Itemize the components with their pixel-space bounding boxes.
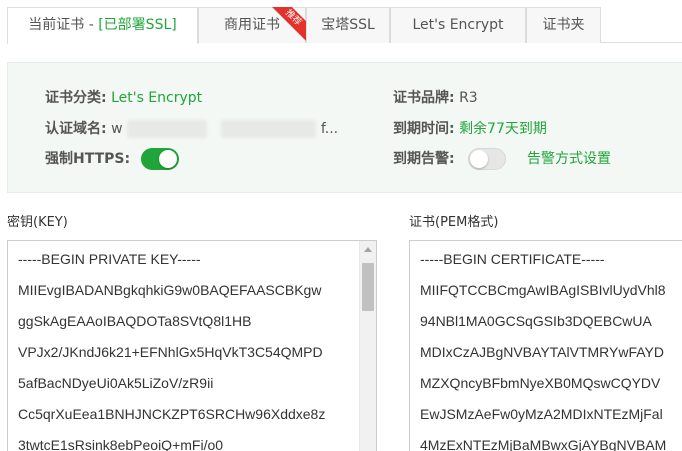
- cert-domain-label: 认证域名:: [45, 121, 107, 137]
- cert-expire-value: 剩余77天到期: [459, 121, 547, 137]
- cert-line: MIIFQTCCBCmgAwIBAgISBIvlUydVhl8: [420, 282, 666, 298]
- cert-brand-label: 证书品牌:: [393, 90, 455, 106]
- cert-info-panel: 证书分类: Let's Encrypt 证书品牌: R3 认证域名: w f..…: [7, 62, 682, 193]
- private-key-textarea[interactable]: -----BEGIN PRIVATE KEY----- MIIEvgIBADANB…: [7, 240, 377, 451]
- tab-current-cert[interactable]: 当前证书 - [已部署SSL]: [7, 7, 198, 44]
- cert-brand-row: 证书品牌: R3: [393, 88, 478, 108]
- scrollbar-thumb[interactable]: [362, 263, 374, 311]
- cert-domain-prefix: w: [111, 121, 123, 137]
- cert-expire-row: 到期时间: 剩余77天到期: [393, 119, 547, 139]
- expire-alert-toggle[interactable]: [468, 148, 506, 170]
- cert-line: 4MzExNTEzMjBaMBwxGjAYBgNVBAM: [420, 437, 667, 451]
- cert-category-label: 证书分类:: [45, 90, 107, 106]
- tab-commercial-cert[interactable]: 商用证书: [198, 7, 306, 43]
- private-key-label: 密钥(KEY): [7, 215, 68, 230]
- cert-expire-label: 到期时间:: [393, 121, 455, 137]
- certificate-pem-content: -----BEGIN CERTIFICATE----- MIIFQTCCBCmgA…: [410, 241, 682, 451]
- alert-method-settings-link[interactable]: 告警方式设置: [527, 149, 611, 169]
- key-line: MIIEvgIBADANBgkqhkiG9w0BAQEFAASCBKgw: [18, 282, 322, 298]
- tab-cert-folder-label: 证书夹: [542, 17, 585, 33]
- expire-alert-row: 到期告警:: [393, 149, 455, 169]
- key-line: ggSkAgEAAoIBAQDOTa8SVtQ8l1HB: [18, 313, 252, 329]
- tab-baota-ssl[interactable]: 宝塔SSL: [306, 7, 390, 43]
- force-https-toggle[interactable]: [141, 148, 179, 170]
- force-https-row: 强制HTTPS:: [45, 149, 130, 169]
- tab-baota-ssl-label: 宝塔SSL: [321, 17, 375, 33]
- tab-cert-folder[interactable]: 证书夹: [526, 7, 601, 43]
- cert-line: MZXQncyBFbmNyeXB0MQswCQYDV: [420, 375, 661, 391]
- certificate-pem-textarea[interactable]: -----BEGIN CERTIFICATE----- MIIFQTCCBCmgA…: [409, 240, 682, 451]
- certificate-pem-label: 证书(PEM格式): [409, 215, 499, 230]
- tab-current-cert-status: [已部署SSL]: [98, 17, 177, 33]
- tab-current-cert-label: 当前证书 -: [28, 17, 99, 33]
- force-https-label: 强制HTTPS:: [45, 151, 131, 167]
- scroll-up-arrow-icon[interactable]: [364, 247, 372, 252]
- key-line: -----BEGIN PRIVATE KEY-----: [18, 251, 201, 267]
- key-line: 3twtcE1sRsink8ebPeoiQ+mFi/o0: [18, 437, 224, 451]
- cert-category-value: Let's Encrypt: [111, 90, 203, 106]
- redacted-domain-1: [126, 120, 207, 138]
- key-line: 5afBacNDyeUi0Ak5LiZoV/zR9ii: [18, 375, 214, 391]
- cert-domain-suffix: f...: [320, 121, 339, 137]
- cert-brand-value: R3: [459, 90, 478, 106]
- expire-alert-label: 到期告警:: [393, 151, 455, 167]
- tab-lets-encrypt-label: Let's Encrypt: [412, 17, 504, 33]
- private-key-scrollbar[interactable]: [359, 241, 376, 451]
- toggle-knob: [159, 150, 177, 168]
- cert-line: MDIxCzAJBgNVBAYTAlVTMRYwFAYD: [420, 344, 665, 360]
- tab-lets-encrypt[interactable]: Let's Encrypt: [390, 7, 526, 43]
- key-line: VPJx2/JKndJ6k21+EFNhlGx5HqVkT3C54QMPD: [18, 344, 323, 360]
- cert-domain-row: 认证域名: w f...: [45, 119, 338, 139]
- cert-line: EwJSMzAeFw0yMzA2MDIxNTEzMjFal: [420, 406, 663, 422]
- redacted-domain-2: [221, 120, 317, 138]
- toggle-knob: [470, 150, 488, 168]
- private-key-content: -----BEGIN PRIVATE KEY----- MIIEvgIBADANB…: [8, 241, 376, 451]
- cert-line: 94NBl1MA0GCSqGSIb3DQEBCwUA: [420, 313, 652, 329]
- key-line: Cc5qrXuEea1BNHJNCKZPT6SRCHw96Xddxe8z: [18, 406, 326, 422]
- ssl-tabs: 当前证书 - [已部署SSL] 商用证书 推荐 宝塔SSL Let's Encr…: [7, 7, 682, 44]
- cert-category-row: 证书分类: Let's Encrypt: [45, 88, 202, 108]
- cert-line: -----BEGIN CERTIFICATE-----: [420, 251, 605, 267]
- tab-commercial-cert-label: 商用证书: [224, 17, 280, 33]
